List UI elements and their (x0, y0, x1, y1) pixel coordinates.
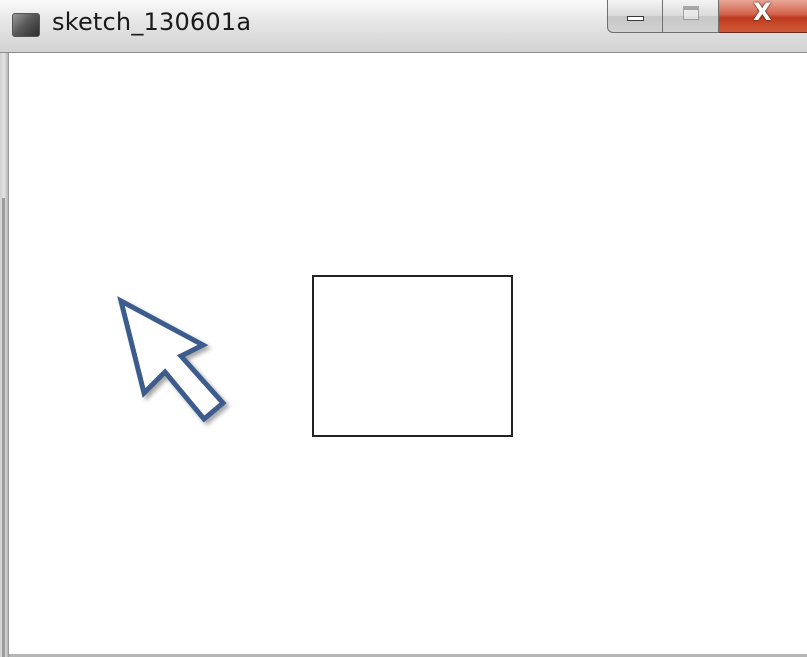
app-icon (12, 13, 40, 37)
close-button[interactable]: X (719, 0, 807, 33)
arrow-pointer-icon (117, 296, 227, 423)
close-icon: X (753, 0, 772, 26)
caption-buttons: X (607, 0, 807, 34)
minimize-button[interactable] (607, 0, 663, 33)
sketch-window: sketch_130601a X (0, 0, 807, 657)
title-bar[interactable]: sketch_130601a X (0, 0, 807, 53)
arrow-pointer-shape (117, 296, 227, 423)
drawn-rectangle (312, 275, 513, 437)
sketch-canvas[interactable] (9, 53, 807, 657)
minimize-icon (627, 16, 644, 21)
window-left-edge (2, 198, 5, 657)
window-left-border (0, 53, 9, 657)
window-title: sketch_130601a (52, 8, 252, 36)
maximize-button[interactable] (663, 0, 719, 33)
maximize-icon (683, 6, 699, 20)
